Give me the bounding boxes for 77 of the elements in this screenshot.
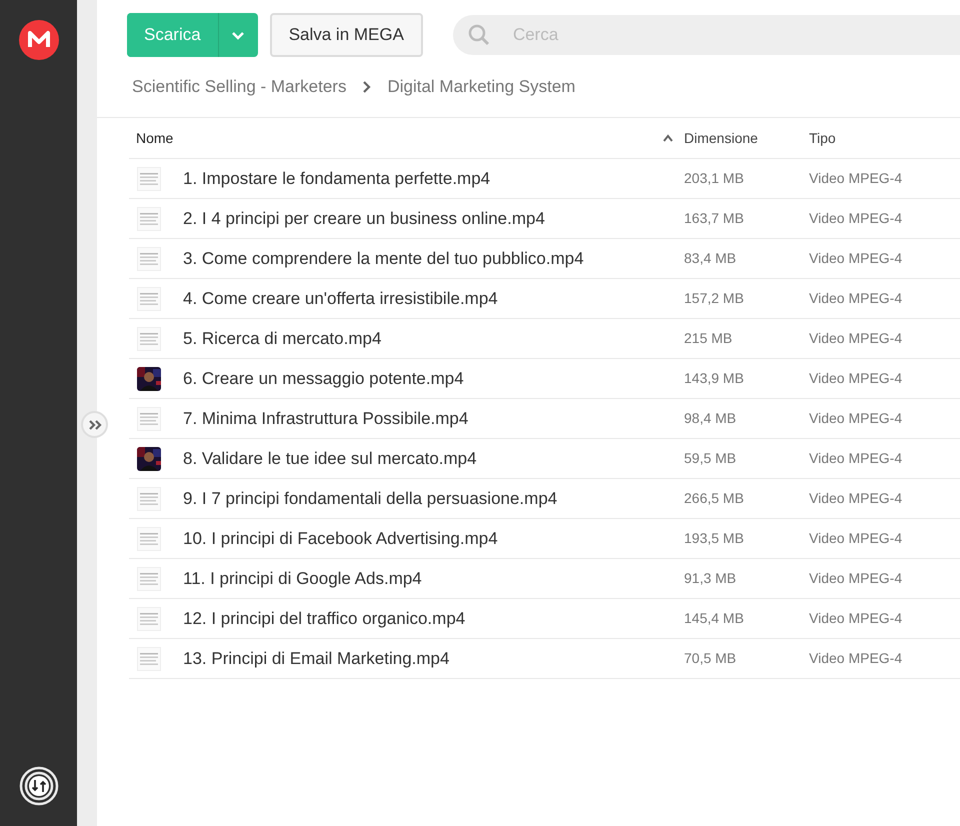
file-type: Video MPEG-4 [809, 209, 902, 228]
file-size: 203,1 MB [684, 169, 745, 188]
file-row[interactable]: 6. Creare un messaggio potente.mp4 143,9 MB Video MPEG-4 [129, 359, 960, 399]
file-name: 9. I 7 principi fondamentali della persuasione.mp4 [183, 488, 558, 510]
logo-icon[interactable] [18, 20, 58, 60]
file-type: Video MPEG-4 [809, 529, 902, 548]
document-thumbnail-icon [137, 526, 161, 550]
file-type: Video MPEG-4 [809, 609, 902, 628]
file-row[interactable]: 11. I principi di Google Ads.mp4 91,3 MB Video MPEG-4 [129, 559, 960, 599]
file-name: 7. Minima Infrastruttura Possibile.mp4 [183, 408, 470, 430]
file-size: 91,3 MB [684, 569, 738, 588]
file-row[interactable]: 7. Minima Infrastruttura Possibile.mp4 98,4 MB Video MPEG-4 [129, 399, 960, 439]
document-thumbnail-icon [137, 566, 161, 590]
transfers-icon[interactable] [18, 766, 58, 806]
file-row[interactable]: 5. Ricerca di mercato.mp4 215 MB Video MPEG-4 [129, 319, 960, 359]
document-thumbnail-icon [137, 646, 161, 670]
file-row[interactable]: 3. Come comprendere la mente del tuo pubblico.mp4 83,4 MB Video MPEG-4 [129, 239, 960, 279]
breadcrumb-item[interactable]: Scientific Selling - Marketers [132, 74, 346, 100]
double-chevron-icon [88, 420, 102, 430]
document-thumbnail-icon [137, 246, 161, 270]
file-type: Video MPEG-4 [809, 569, 902, 588]
file-type: Video MPEG-4 [809, 449, 902, 468]
chevron-down-icon [231, 30, 246, 40]
file-row[interactable]: 2. I 4 principi per creare un business online.mp4 163,7 MB Video MPEG-4 [129, 199, 960, 239]
document-thumbnail-icon [137, 606, 161, 630]
file-type: Video MPEG-4 [809, 489, 902, 508]
file-size: 59,5 MB [684, 449, 738, 468]
file-row[interactable]: 8. Validare le tue idee sul mercato.mp4 59,5 MB Video MPEG-4 [129, 439, 960, 479]
file-row[interactable]: 12. I principi del traffico organico.mp4 145,4 MB Video MPEG-4 [129, 599, 960, 639]
document-thumbnail-icon [137, 286, 161, 310]
file-name: 2. I 4 principi per creare un business online.mp4 [183, 208, 546, 230]
file-name: 5. Ricerca di mercato.mp4 [183, 328, 382, 350]
file-name: 12. I principi del traffico organico.mp4 [183, 608, 466, 630]
column-header[interactable]: Tipo [809, 128, 836, 148]
document-thumbnail-icon [137, 406, 161, 430]
file-type: Video MPEG-4 [809, 169, 902, 188]
chevron-right-icon [362, 81, 372, 93]
sort-up-icon[interactable] [662, 134, 674, 142]
column-header[interactable]: Dimensione [684, 128, 758, 148]
file-row[interactable]: 13. Principi di Email Marketing.mp4 70,5 MB Video MPEG-4 [129, 639, 960, 679]
document-thumbnail-icon [137, 206, 161, 230]
file-type: Video MPEG-4 [809, 289, 902, 308]
file-name: 1. Impostare le fondamenta perfette.mp4 [183, 168, 492, 190]
file-type: Video MPEG-4 [809, 649, 902, 668]
file-name: 13. Principi di Email Marketing.mp4 [183, 648, 450, 670]
file-size: 193,5 MB [684, 529, 745, 548]
file-size: 143,9 MB [684, 369, 745, 388]
file-size: 157,2 MB [684, 289, 745, 308]
file-row[interactable]: 1. Impostare le fondamenta perfette.mp4 203,1 MB Video MPEG-4 [129, 159, 960, 199]
breadcrumb-item[interactable]: Digital Marketing System [387, 74, 576, 100]
file-name: 6. Creare un messaggio potente.mp4 [183, 368, 465, 390]
search-icon [466, 23, 491, 47]
expand-button[interactable] [81, 411, 108, 438]
file-name: 8. Validare le tue idee sul mercato.mp4 [183, 448, 478, 470]
file-name: 10. I principi di Facebook Advertising.mp4 [183, 528, 499, 550]
file-size: 163,7 MB [684, 209, 745, 228]
document-thumbnail-icon [137, 486, 161, 510]
document-thumbnail-icon [137, 326, 161, 350]
file-type: Video MPEG-4 [809, 329, 902, 348]
file-size: 145,4 MB [684, 609, 745, 628]
file-size: 215 MB [684, 329, 734, 348]
file-type: Video MPEG-4 [809, 369, 902, 388]
file-size: 70,5 MB [684, 649, 738, 668]
save-button[interactable]: Salva in MEGA [270, 13, 423, 57]
file-size: 83,4 MB [684, 249, 738, 268]
file-type: Video MPEG-4 [809, 409, 902, 428]
file-name: 11. I principi di Google Ads.mp4 [183, 568, 423, 590]
file-name: 3. Come comprendere la mente del tuo pubblico.mp4 [183, 248, 585, 270]
file-row[interactable]: 4. Come creare un'offerta irresistibile.mp4 157,2 MB Video MPEG-4 [129, 279, 960, 319]
file-row[interactable]: 9. I 7 principi fondamentali della persuasione.mp4 266,5 MB Video MPEG-4 [129, 479, 960, 519]
document-thumbnail-icon [137, 166, 161, 190]
file-row[interactable]: 10. I principi di Facebook Advertising.mp4 193,5 MB Video MPEG-4 [129, 519, 960, 559]
file-type: Video MPEG-4 [809, 249, 902, 268]
column-header[interactable]: Nome [136, 128, 174, 148]
file-name: 4. Come creare un'offerta irresistibile.mp4 [183, 288, 499, 310]
file-size: 98,4 MB [684, 409, 738, 428]
file-size: 266,5 MB [684, 489, 745, 508]
